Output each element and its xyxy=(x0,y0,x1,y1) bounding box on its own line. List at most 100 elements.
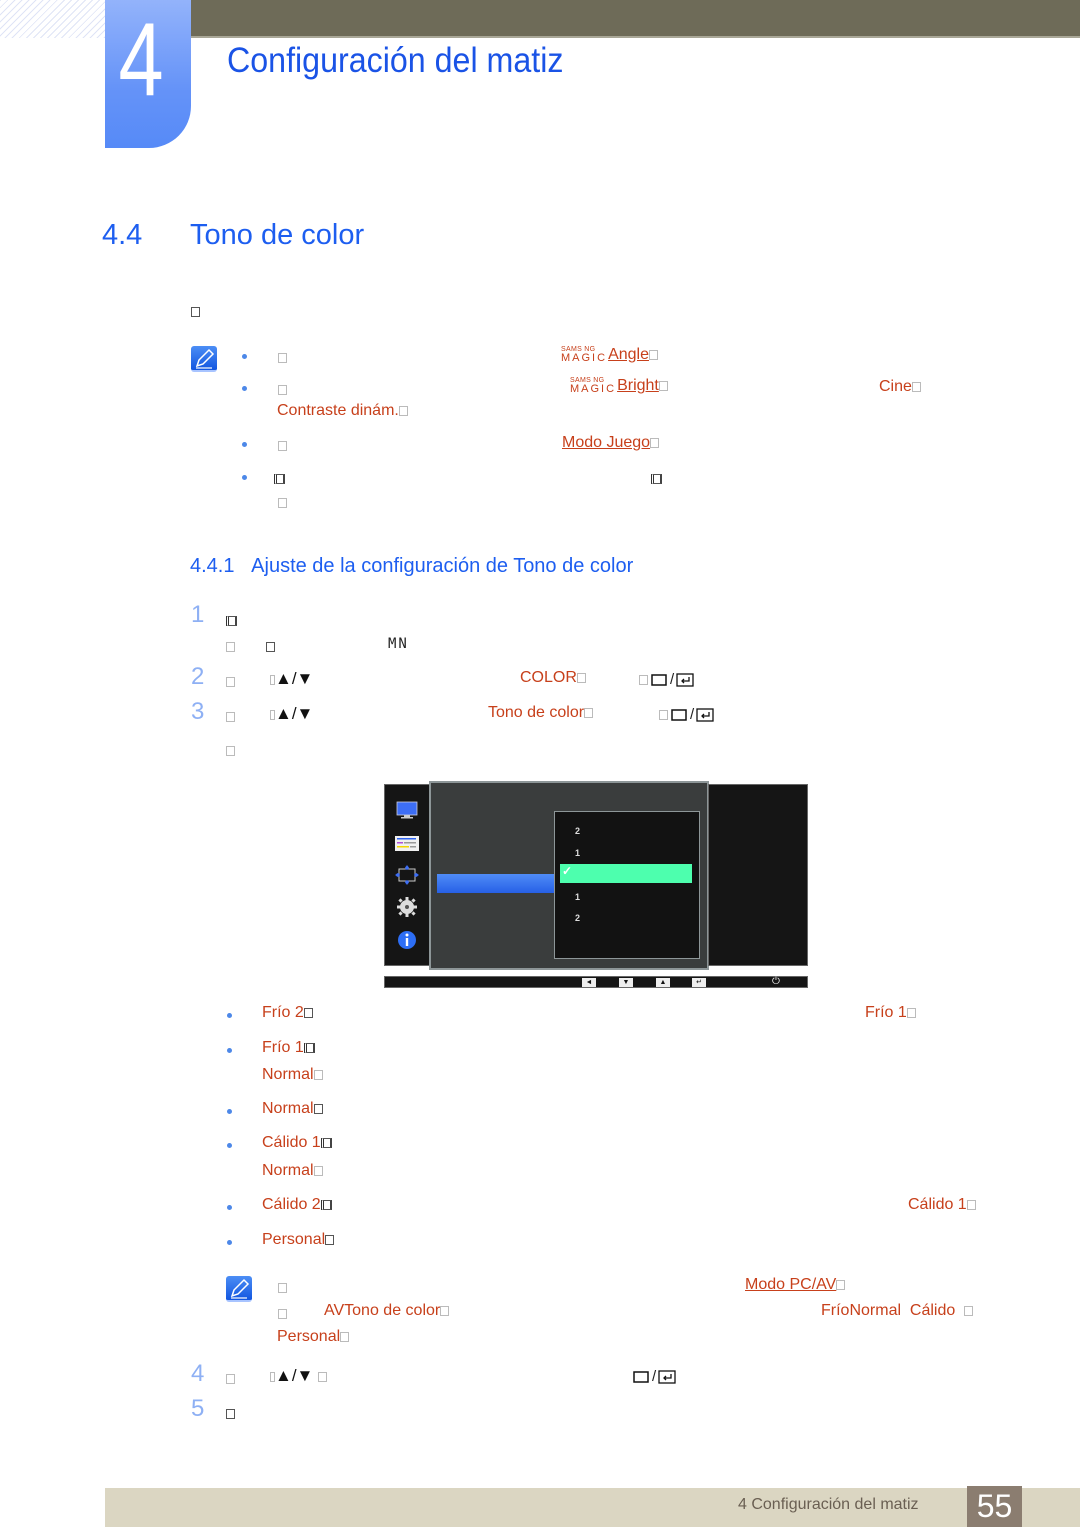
note-item-bright: SAMS NG MAGIC Bright xyxy=(570,377,668,395)
enter-icon xyxy=(676,672,694,687)
source-enter-icons: / xyxy=(632,1368,676,1385)
bullet-icon xyxy=(227,1109,232,1114)
info-icon[interactable] xyxy=(394,929,420,951)
option-warm1-ref: Normal xyxy=(262,1162,323,1180)
option-cool2: Frío 2 xyxy=(262,1004,313,1022)
step-text xyxy=(226,708,235,726)
up-down-arrow-icons: ▲/▼ xyxy=(270,1366,328,1386)
power-icon[interactable]: ⏻ xyxy=(772,976,780,987)
subsection-heading: 4.4.1 Ajuste de la configuración de Tono… xyxy=(190,555,634,577)
osd-right-panel xyxy=(708,784,808,966)
up-key-icon[interactable]: ▲ xyxy=(656,978,670,987)
osd-option[interactable]: 1 xyxy=(575,892,580,902)
osd-button-bar xyxy=(384,976,808,988)
osd-option[interactable]: 2 xyxy=(575,826,580,836)
step-number: 4 xyxy=(191,1360,205,1387)
step-number: 1 xyxy=(191,601,205,628)
pc-av-mode-link[interactable]: Modo PC/AV xyxy=(745,1276,836,1293)
step-text xyxy=(226,673,235,691)
game-mode-item: Modo Juego xyxy=(562,434,660,452)
bullet-icon xyxy=(242,354,247,359)
color-menu-label: COLOR xyxy=(520,669,586,687)
option-custom: Personal xyxy=(262,1231,335,1249)
enter-icon xyxy=(696,707,714,722)
note-item-text xyxy=(278,437,287,455)
note-pencil-icon xyxy=(226,1276,252,1302)
option-cool1: Frío 1 xyxy=(262,1039,315,1057)
section-title: Tono de color xyxy=(190,219,365,251)
note-text xyxy=(278,1305,287,1323)
note-item-angle: SAMS NG MAGIC Angle xyxy=(561,346,658,364)
bullet-icon xyxy=(227,1143,232,1148)
size-position-icon[interactable] xyxy=(394,864,420,886)
bullet-icon xyxy=(242,475,247,480)
decorative-hatch xyxy=(0,0,105,38)
step-number: 5 xyxy=(191,1395,205,1422)
source-icon xyxy=(651,673,667,686)
option-cool1-ref: Normal xyxy=(262,1066,323,1084)
game-mode-link[interactable]: Modo Juego xyxy=(562,434,650,451)
tone-options-label: FríoNormal Cálido xyxy=(821,1302,974,1320)
step-number: 2 xyxy=(191,663,205,690)
osd-option[interactable]: 1 xyxy=(575,848,580,858)
menu-key-label: MN xyxy=(388,636,409,652)
step-text xyxy=(266,638,275,656)
osd-option[interactable]: 2 xyxy=(575,913,580,923)
picture-settings-icon[interactable] xyxy=(394,833,420,855)
source-icon xyxy=(633,1370,649,1383)
custom-label: Personal xyxy=(277,1328,350,1346)
option-warm1: Cálido 1 xyxy=(262,1134,332,1152)
dynamic-contrast-label: Contraste dinám. xyxy=(277,402,408,420)
source-enter-icons: / xyxy=(659,706,714,723)
option-warm2: Cálido 2 xyxy=(262,1196,332,1214)
step-text xyxy=(226,1405,235,1423)
monitor-icon[interactable] xyxy=(394,800,420,822)
enter-icon xyxy=(658,1369,676,1384)
source-enter-icons: / xyxy=(639,671,694,688)
note-text xyxy=(278,1279,287,1297)
osd-selected-menu-item[interactable] xyxy=(437,874,555,893)
down-key-icon[interactable]: ▼ xyxy=(619,978,633,987)
samsung-magic-logo: SAMS NG MAGIC xyxy=(570,377,617,395)
magic-bright-link[interactable]: Bright xyxy=(617,377,659,394)
note-item-text xyxy=(278,349,287,367)
bullet-icon xyxy=(227,1013,232,1018)
note-item-text xyxy=(651,470,662,488)
osd-active-option[interactable] xyxy=(560,864,692,883)
cine-mode-label: Cine xyxy=(879,378,921,396)
magic-angle-link[interactable]: Angle xyxy=(608,346,649,363)
bullet-icon xyxy=(227,1048,232,1053)
page-footer xyxy=(105,1488,1080,1527)
step-text xyxy=(226,742,235,760)
option-cool2-ref: Frío 1 xyxy=(865,1004,916,1022)
bullet-icon xyxy=(227,1240,232,1245)
header-bar xyxy=(190,0,1080,38)
note-item-text xyxy=(278,381,287,399)
note-item-text xyxy=(278,494,287,512)
section-number: 4.4 xyxy=(102,219,143,251)
left-key-icon[interactable]: ◄ xyxy=(582,978,596,987)
up-down-arrow-icons: ▲/▼ xyxy=(270,669,313,689)
color-tone-menu-label: Tono de color xyxy=(488,704,594,722)
bullet-icon xyxy=(242,386,247,391)
enter-key-icon[interactable]: ↵ xyxy=(692,978,706,987)
step-text xyxy=(226,1370,235,1388)
check-icon: ✓ xyxy=(562,864,573,878)
step-text xyxy=(226,612,237,630)
up-down-arrow-icons: ▲/▼ xyxy=(270,704,313,724)
pc-av-mode-item: Modo PC/AV xyxy=(745,1276,846,1294)
note-item-text xyxy=(274,470,285,488)
step-number: 3 xyxy=(191,698,205,725)
bullet-icon xyxy=(242,442,247,447)
intro-text xyxy=(191,303,200,321)
source-icon xyxy=(671,708,687,721)
samsung-magic-logo: SAMS NG MAGIC xyxy=(561,346,608,364)
note-pencil-icon xyxy=(191,346,217,372)
option-normal: Normal xyxy=(262,1100,323,1118)
option-warm2-ref: Cálido 1 xyxy=(908,1196,976,1214)
step-text xyxy=(226,638,235,656)
setup-gear-icon[interactable] xyxy=(394,896,420,918)
bullet-icon xyxy=(227,1205,232,1210)
av-color-tone-label: AVTono de color xyxy=(324,1302,450,1320)
footer-chapter-label: 4 Configuración del matiz xyxy=(738,1496,919,1513)
